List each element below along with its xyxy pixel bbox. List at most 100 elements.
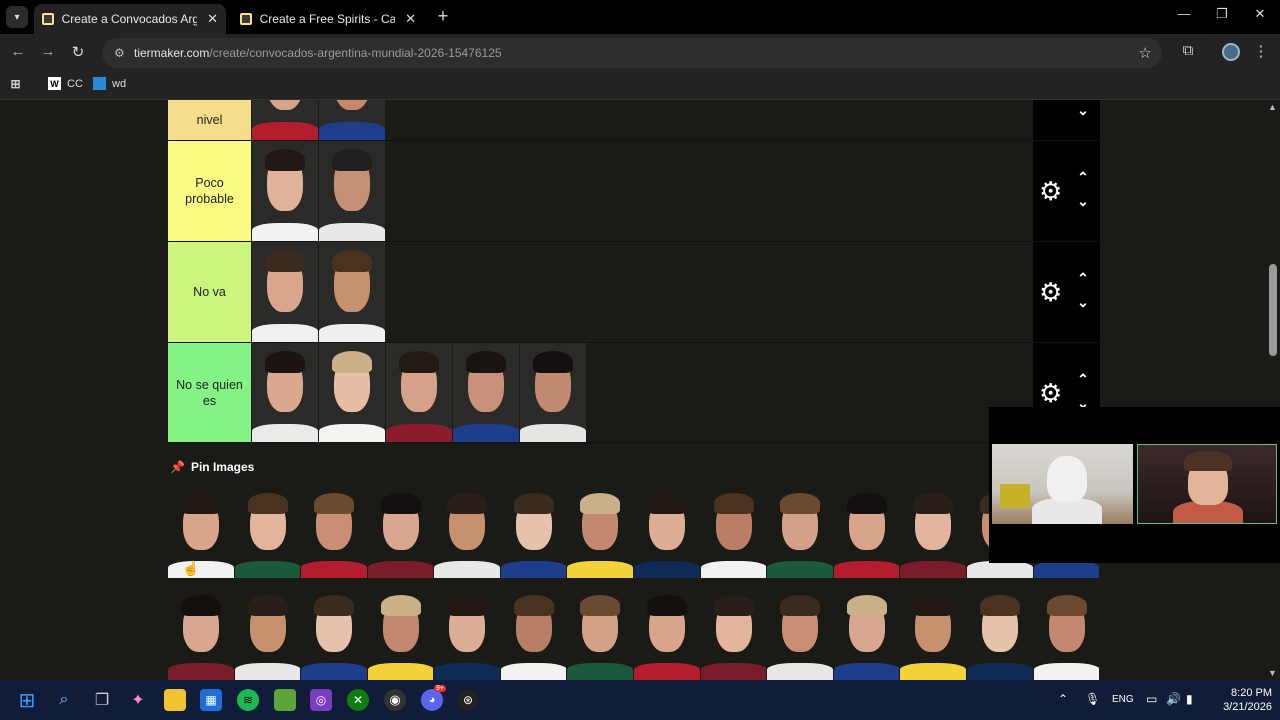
file-explorer-icon[interactable] (164, 689, 186, 711)
close-window-button[interactable]: ✕ (1248, 6, 1272, 22)
scroll-down-arrow-icon[interactable]: ▼ (1268, 668, 1277, 678)
player-image[interactable] (319, 100, 385, 140)
xbox-icon[interactable]: ✕ (347, 689, 369, 711)
spotify-icon[interactable]: ≋ (237, 689, 259, 711)
player-image[interactable] (319, 242, 385, 342)
player-image[interactable] (500, 486, 567, 578)
show-hidden-icons-chevron-icon[interactable]: ⌃ (1058, 692, 1068, 706)
player-image[interactable] (386, 343, 452, 442)
network-icon[interactable]: ▭ (1146, 692, 1157, 706)
player-image[interactable] (966, 588, 1033, 680)
reload-button[interactable]: ↻ (68, 43, 88, 61)
player-image[interactable] (567, 588, 634, 680)
player-image[interactable] (767, 588, 833, 680)
windows-start-icon[interactable]: ⊞ (16, 689, 38, 712)
tab-free-spirits[interactable]: Create a Free Spirits - Ca7riel y P ✕ (232, 4, 424, 34)
back-button[interactable]: ← (8, 43, 28, 60)
new-tab-button[interactable]: + (432, 6, 454, 27)
player-image[interactable] (319, 141, 385, 241)
tier-label[interactable]: No va (168, 242, 251, 342)
move-down-chevron-icon[interactable]: ⌄ (1073, 294, 1093, 311)
obs-icon[interactable]: ⊛ (457, 689, 479, 711)
microphone-icon[interactable]: 🎙 (1085, 692, 1100, 706)
player-image[interactable] (833, 486, 900, 578)
pin-images-toggle[interactable]: 📌 Pin Images (170, 460, 254, 474)
volume-icon[interactable]: 🔊 (1166, 692, 1181, 706)
pin-icon: 📌 (170, 460, 185, 474)
clock[interactable]: 8:20 PM 3/21/2026 (1212, 686, 1272, 714)
player-image[interactable] (634, 486, 700, 578)
tier-label[interactable]: nivel (168, 100, 251, 140)
player-image[interactable] (634, 588, 700, 680)
apps-grid-icon[interactable]: ⊞ (9, 77, 28, 91)
move-down-chevron-icon[interactable]: ⌄ (1073, 102, 1093, 119)
wd-icon (93, 77, 106, 90)
tier-settings-gear-icon[interactable]: ⚙ (1039, 277, 1062, 308)
minecraft-icon[interactable] (274, 689, 296, 711)
scroll-up-arrow-icon[interactable]: ▲ (1268, 102, 1277, 112)
task-view-icon[interactable]: ❐ (91, 689, 113, 711)
profile-avatar[interactable] (1222, 43, 1240, 61)
player-image[interactable] (900, 486, 966, 578)
search-icon[interactable]: ⌕ (53, 689, 75, 711)
discord-icon[interactable]: ◕ (421, 689, 443, 711)
player-image[interactable] (434, 486, 500, 578)
forward-button[interactable]: → (38, 43, 58, 60)
player-image[interactable] (520, 343, 586, 442)
player-image[interactable] (700, 486, 767, 578)
extensions-icon[interactable]: ⧉ (1177, 42, 1199, 59)
microsoft-store-icon[interactable]: ▦ (200, 689, 222, 711)
player-image[interactable] (252, 343, 318, 442)
move-down-chevron-icon[interactable]: ⌄ (1073, 193, 1093, 210)
player-image[interactable] (567, 486, 634, 578)
tier-label[interactable]: No se quien es (168, 343, 251, 442)
player-image[interactable] (252, 100, 318, 140)
player-image[interactable] (252, 242, 318, 342)
app-icon[interactable]: ◎ (310, 689, 332, 711)
player-image[interactable] (252, 141, 318, 241)
player-image[interactable] (1033, 588, 1100, 680)
tier-settings-gear-icon[interactable]: ⚙ (1039, 378, 1062, 409)
player-image[interactable] (301, 486, 367, 578)
bookmark-star-icon[interactable]: ☆ (1139, 44, 1152, 62)
player-image[interactable] (767, 486, 833, 578)
tab-search-menu-button[interactable]: ▾ (6, 6, 28, 28)
tier-label[interactable]: Poco probable (168, 141, 251, 241)
tab-convocados[interactable]: Create a Convocados Argentina ✕ (34, 4, 226, 34)
chrome-icon[interactable]: ◉ (384, 689, 406, 711)
player-image[interactable] (700, 588, 767, 680)
address-bar[interactable]: ⚙ tiermaker.com/create/convocados-argent… (102, 38, 1162, 68)
clock-time: 8:20 PM (1231, 687, 1272, 699)
player-image[interactable] (319, 343, 385, 442)
player-image[interactable] (301, 588, 367, 680)
move-up-chevron-icon[interactable]: ⌃ (1073, 270, 1093, 287)
site-info-icon[interactable]: ⚙ (114, 46, 128, 60)
maximize-button[interactable]: ❐ (1210, 6, 1234, 22)
move-up-chevron-icon[interactable]: ⌃ (1073, 169, 1093, 186)
player-image[interactable] (234, 588, 301, 680)
language-indicator[interactable]: ENG (1112, 694, 1134, 705)
copilot-icon[interactable]: ✦ (127, 689, 149, 711)
minimize-button[interactable]: — (1172, 6, 1196, 21)
close-tab-icon[interactable]: ✕ (207, 11, 218, 27)
close-tab-icon[interactable]: ✕ (405, 11, 416, 27)
player-image[interactable] (500, 588, 567, 680)
player-image[interactable] (900, 588, 966, 680)
move-up-chevron-icon[interactable]: ⌃ (1073, 371, 1093, 388)
bookmark-cc[interactable]: W CC (48, 77, 83, 90)
player-image[interactable] (234, 486, 301, 578)
scroll-thumb[interactable] (1269, 264, 1277, 356)
player-image[interactable] (453, 343, 519, 442)
chrome-menu-icon[interactable]: ⋮ (1250, 42, 1272, 60)
player-image[interactable] (168, 486, 234, 578)
bookmark-wd[interactable]: wd (93, 77, 126, 90)
player-image[interactable] (434, 588, 500, 680)
player-image[interactable] (367, 486, 434, 578)
battery-icon[interactable]: ▮ (1186, 692, 1193, 706)
player-image[interactable] (833, 588, 900, 680)
player-image[interactable] (168, 588, 234, 680)
page-scrollbar[interactable]: ▲ ▼ (1266, 100, 1280, 680)
player-image[interactable] (367, 588, 434, 680)
tier-settings-gear-icon[interactable]: ⚙ (1039, 176, 1062, 207)
webcam-overlay (989, 407, 1280, 563)
